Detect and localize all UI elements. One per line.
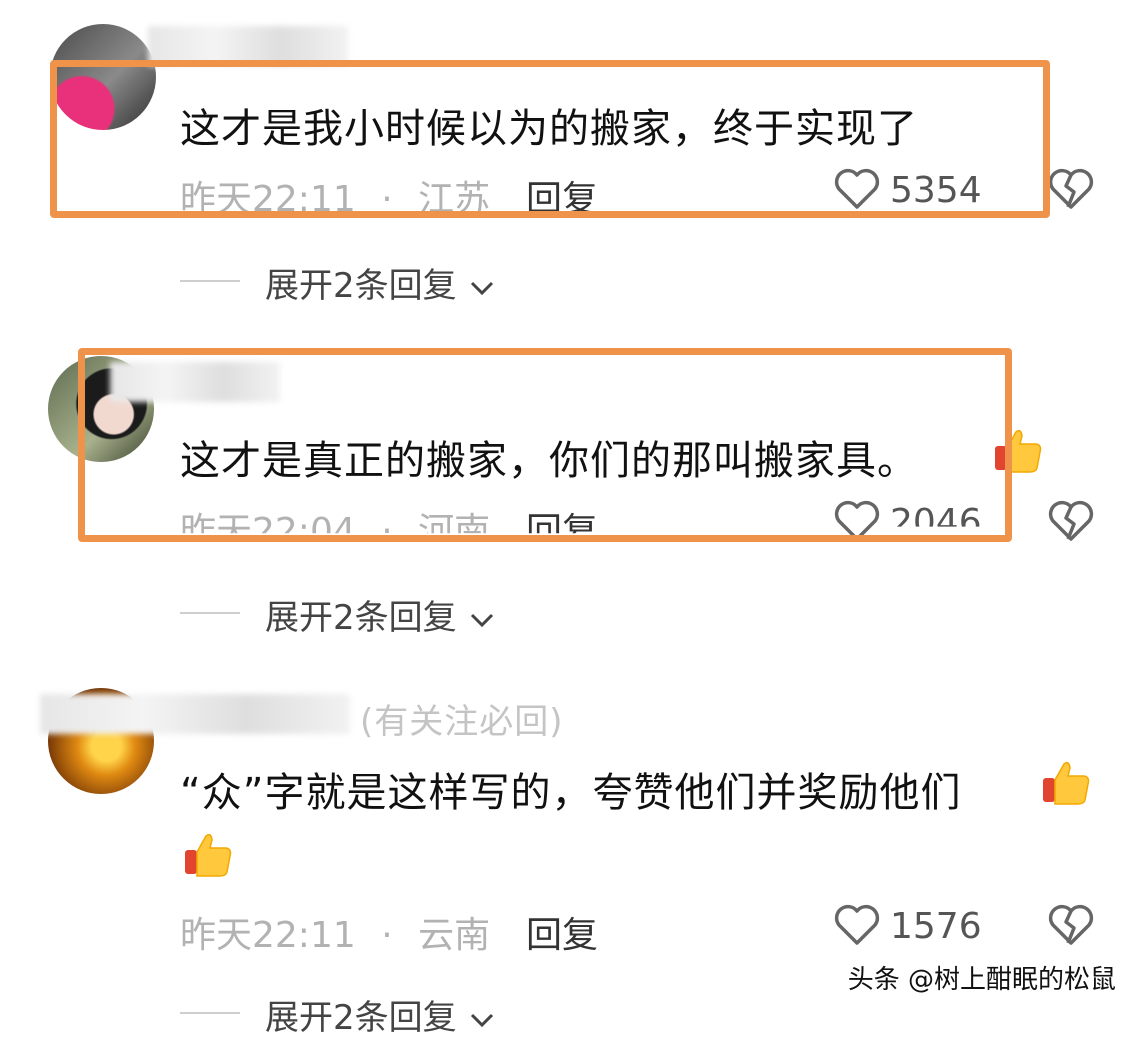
thumbs-up-emoji [1043, 761, 1090, 805]
expand-label: 展开2条回复 [265, 266, 457, 306]
expand-label: 展开2条回复 [265, 998, 457, 1038]
expand-replies-button[interactable]: 展开2条回复 [265, 590, 497, 639]
broken-heart-icon[interactable] [1048, 904, 1094, 946]
expand-label: 展开2条回复 [265, 598, 457, 638]
expand-divider [180, 280, 240, 282]
like-count: 1576 [890, 906, 982, 947]
highlight-frame [78, 348, 1012, 542]
meta-separator: · [381, 915, 393, 956]
username[interactable]: (有关注必回) [360, 694, 564, 743]
broken-heart-icon[interactable] [1048, 168, 1094, 210]
reply-button[interactable]: 回复 [526, 906, 598, 958]
chevron-down-icon [471, 281, 494, 295]
heart-icon[interactable] [834, 904, 880, 946]
username-blur [40, 694, 350, 734]
expand-divider [180, 612, 240, 614]
highlight-frame [50, 60, 1050, 218]
expand-divider [180, 1012, 240, 1014]
comment-location: 云南 [418, 915, 491, 956]
expand-replies-button[interactable]: 展开2条回复 [265, 990, 497, 1039]
comment-time: 昨天22:11 [180, 915, 356, 956]
broken-heart-icon[interactable] [1048, 500, 1094, 542]
comment-text: “众”字就是这样写的，夸赞他们并奖励他们 [180, 770, 962, 816]
expand-replies-button[interactable]: 展开2条回复 [265, 258, 497, 307]
chevron-down-icon [471, 613, 494, 627]
comment-meta: 昨天22:11 · 云南 [180, 906, 490, 958]
thumbs-up-emoji [185, 833, 232, 877]
watermark: 头条 @树上酣眠的松鼠 [847, 965, 1116, 995]
